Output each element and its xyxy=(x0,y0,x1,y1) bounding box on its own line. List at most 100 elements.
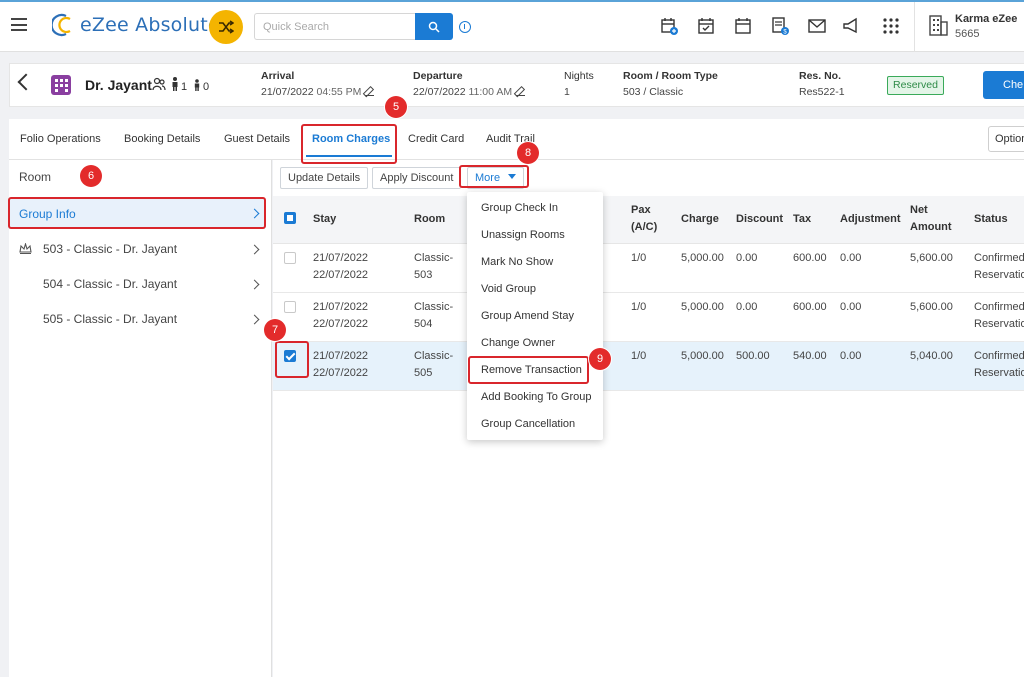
edit-arrival-icon[interactable] xyxy=(365,87,375,96)
departure-date: 22/07/2022 xyxy=(413,86,466,98)
cell-discount: 500.00 xyxy=(736,350,770,362)
col-pax-line2: (A/C) xyxy=(631,221,658,233)
step-badge-9: 9 xyxy=(589,348,611,370)
calendar-check-icon[interactable] xyxy=(697,17,715,35)
col-room[interactable]: Room xyxy=(414,211,445,228)
row-checkbox[interactable] xyxy=(284,252,296,264)
tab-booking-details[interactable]: Booking Details xyxy=(124,133,200,145)
apps-grid-icon[interactable] xyxy=(882,17,900,35)
cell-pax: 1/0 xyxy=(631,301,647,313)
adult-icon xyxy=(172,77,178,91)
room-type-value: 503 / Classic xyxy=(623,86,684,98)
cell-room: Classic- 503 xyxy=(414,250,453,284)
update-details-button[interactable]: Update Details xyxy=(280,167,369,189)
col-pax[interactable]: Pax (A/C) xyxy=(631,202,657,236)
arrival-label: Arrival xyxy=(261,70,295,82)
room-sidebar xyxy=(9,160,272,677)
topbar-divider xyxy=(914,2,915,52)
cell-charge: 5,000.00 xyxy=(681,252,724,264)
adult-count: 1 xyxy=(181,81,188,93)
sidebar-item-room-503[interactable]: 503 - Classic - Dr. Jayant xyxy=(43,242,177,256)
cell-status: Confirmed Reservation xyxy=(974,299,1024,333)
cell-tax: 600.00 xyxy=(793,252,827,264)
menu-item-mark-no-show[interactable]: Mark No Show xyxy=(481,256,553,268)
cell-tax: 600.00 xyxy=(793,301,827,313)
col-discount[interactable]: Discount xyxy=(736,211,783,228)
stay-to: 22/07/2022 xyxy=(313,269,369,281)
status-line2: Reservation xyxy=(974,367,1024,379)
row-checkbox[interactable] xyxy=(284,301,296,313)
status-line1: Confirmed xyxy=(974,301,1024,313)
invoice-icon[interactable]: $ xyxy=(771,17,789,35)
tab-credit-card[interactable]: Credit Card xyxy=(408,133,464,145)
menu-item-change-owner[interactable]: Change Owner xyxy=(481,337,555,349)
sidebar-item-room-505[interactable]: 505 - Classic - Dr. Jayant xyxy=(43,312,177,326)
cell-stay: 21/07/2022 22/07/2022 xyxy=(313,250,368,284)
col-status[interactable]: Status xyxy=(974,211,1008,228)
group-guests-icon[interactable] xyxy=(152,77,166,91)
menu-item-group-amend-stay[interactable]: Group Amend Stay xyxy=(481,310,574,322)
highlight-room-charges-tab xyxy=(301,124,397,164)
edit-departure-icon[interactable] xyxy=(516,87,526,96)
col-adjustment[interactable]: Adjustment xyxy=(840,211,901,228)
stay-from: 21/07/2022 xyxy=(313,350,369,362)
menu-item-void-group[interactable]: Void Group xyxy=(481,283,536,295)
col-net-amount[interactable]: Net Amount xyxy=(910,202,952,236)
announcement-icon[interactable] xyxy=(842,17,860,35)
sidebar-title: Room xyxy=(19,170,52,184)
stay-from: 21/07/2022 xyxy=(313,252,369,264)
highlight-group-info xyxy=(8,197,266,229)
cell-status: Confirmed Reservation xyxy=(974,250,1024,284)
apply-discount-button[interactable]: Apply Discount xyxy=(372,167,462,189)
menu-item-group-check-in[interactable]: Group Check In xyxy=(481,202,558,214)
cell-charge: 5,000.00 xyxy=(681,301,724,313)
search-button[interactable] xyxy=(415,13,453,40)
crown-icon xyxy=(19,243,32,254)
tab-guest-details[interactable]: Guest Details xyxy=(224,133,290,145)
stay-from: 21/07/2022 xyxy=(313,301,369,313)
cell-discount: 0.00 xyxy=(736,301,758,313)
step-badge-8: 8 xyxy=(517,142,539,164)
quick-search-input[interactable] xyxy=(254,13,416,40)
options-button[interactable]: Option xyxy=(988,126,1024,152)
brand-logo[interactable]: eZee Absolute xyxy=(52,13,220,37)
guest-name[interactable]: Dr. Jayant xyxy=(85,77,152,93)
room-type: Classic- xyxy=(414,301,454,313)
nights-value: 1 xyxy=(564,86,570,98)
shuffle-button[interactable] xyxy=(209,10,243,44)
col-tax[interactable]: Tax xyxy=(793,211,811,228)
arrival-value: 21/07/2022 04:55 PM xyxy=(261,86,375,98)
cell-pax: 1/0 xyxy=(631,350,647,362)
info-icon[interactable] xyxy=(459,21,471,33)
room-number: 505 xyxy=(414,367,433,379)
sidebar-item-room-504[interactable]: 504 - Classic - Dr. Jayant xyxy=(43,277,177,291)
select-all-checkbox[interactable] xyxy=(284,212,296,224)
menu-item-group-cancellation[interactable]: Group Cancellation xyxy=(481,418,575,430)
nights-label: Nights xyxy=(564,70,594,82)
col-stay[interactable]: Stay xyxy=(313,211,336,228)
cell-stay: 21/07/2022 22/07/2022 xyxy=(313,299,368,333)
col-charge[interactable]: Charge xyxy=(681,211,719,228)
brand-name: eZee Absolute xyxy=(80,14,220,36)
col-net-line2: Amount xyxy=(910,221,952,233)
menu-item-unassign-rooms[interactable]: Unassign Rooms xyxy=(481,229,565,241)
step-badge-7: 7 xyxy=(264,319,286,341)
highlight-more-button xyxy=(459,165,529,188)
room-type: Classic- xyxy=(414,252,454,264)
calendar-icon[interactable] xyxy=(734,17,752,35)
calendar-add-icon[interactable] xyxy=(660,17,678,35)
departure-label: Departure xyxy=(413,70,463,82)
col-pax-line1: Pax xyxy=(631,204,651,216)
tab-folio-operations[interactable]: Folio Operations xyxy=(20,133,101,145)
check-in-button[interactable]: Che xyxy=(983,71,1024,99)
menu-icon[interactable] xyxy=(11,18,27,31)
hotel-name[interactable]: Karma eZee xyxy=(955,13,1017,25)
mail-icon[interactable] xyxy=(808,17,826,35)
hotel-building-icon[interactable] xyxy=(928,14,948,36)
cell-room: Classic- 505 xyxy=(414,348,453,382)
room-number: 504 xyxy=(414,318,433,330)
status-line2: Reservation xyxy=(974,318,1024,330)
menu-item-add-booking-to-group[interactable]: Add Booking To Group xyxy=(481,391,591,403)
departure-value: 22/07/2022 11:00 AM xyxy=(413,86,526,98)
step-badge-5: 5 xyxy=(385,96,407,118)
